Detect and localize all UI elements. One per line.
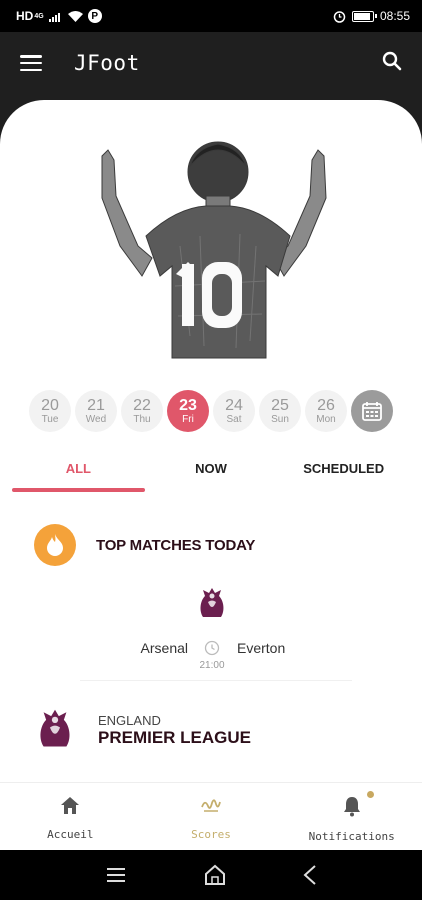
date-day: 23 [179, 397, 197, 414]
tab-all[interactable]: ALL [12, 452, 145, 492]
wifi-icon [67, 10, 83, 22]
match-time: 21:00 [199, 660, 225, 671]
date-day: 26 [317, 397, 335, 414]
bottom-navigation: Accueil Scores Notifications [0, 782, 422, 850]
status-right: 08:55 [333, 9, 410, 23]
nav-accueil[interactable]: Accueil [0, 783, 141, 850]
date-pill-24[interactable]: 24 Sat [213, 390, 255, 432]
nav-scores[interactable]: Scores [141, 783, 282, 850]
hamburger-menu-icon[interactable] [20, 55, 42, 71]
notification-dot [367, 791, 375, 798]
p-notification-icon: P [87, 9, 102, 23]
date-day: 25 [271, 397, 289, 414]
date-day: 21 [87, 397, 105, 414]
top-matches-title: TOP MATCHES TODAY [96, 536, 256, 554]
date-weekday: Thu [133, 414, 151, 425]
search-icon[interactable] [382, 51, 402, 76]
date-weekday: Fri [182, 414, 194, 425]
network-type: HD [16, 9, 34, 23]
recent-apps-icon[interactable] [105, 866, 127, 884]
date-strip: 20 Tue 21 Wed 22 Thu 23 Fri 24 Sat 25 Sun 26 Mon [29, 390, 393, 432]
signal-icon [48, 12, 60, 22]
date-pill-22[interactable]: 22 Thu [121, 390, 163, 432]
tab-now[interactable]: NOW [145, 452, 278, 492]
app-title: JFoot [74, 51, 140, 75]
date-pill-26[interactable]: 26 Mon [305, 390, 347, 432]
system-navigation-bar [0, 850, 422, 900]
league-country: ENGLAND [98, 713, 161, 728]
tab-scheduled[interactable]: SCHEDULED [277, 452, 410, 492]
date-day: 20 [41, 397, 59, 414]
battery-icon [351, 10, 377, 22]
home-team: Arsenal [140, 640, 188, 656]
nav-label: Notifications [308, 830, 395, 843]
app-screen: HD 4G P 08:55 JFoot 20 Tue 21 Wed 22 Thu… [0, 0, 422, 900]
alarm-icon [333, 10, 346, 23]
match-card[interactable]: Arsenal Everton 21:00 [0, 584, 422, 684]
date-weekday: Sat [226, 414, 242, 425]
app-bar: JFoot [0, 32, 422, 94]
home-system-icon[interactable] [203, 864, 227, 886]
nav-label: Scores [191, 828, 231, 841]
date-weekday: Tue [41, 414, 59, 425]
league-text: ENGLAND PREMIER LEAGUE [98, 713, 251, 747]
hero-player-illustration [101, 141, 327, 359]
top-matches-header: TOP MATCHES TODAY [34, 524, 255, 566]
premier-league-lion-icon [200, 588, 224, 617]
league-name: PREMIER LEAGUE [98, 728, 252, 747]
divider [80, 680, 352, 681]
home-icon [59, 795, 81, 820]
bell-icon [342, 795, 362, 822]
fire-icon [34, 524, 76, 566]
status-time: 08:55 [379, 9, 410, 23]
clock-icon [204, 640, 220, 656]
scores-icon [199, 795, 223, 820]
filter-tabs: ALL NOW SCHEDULED [12, 452, 410, 492]
nav-notifications[interactable]: Notifications [281, 783, 422, 850]
date-day: 22 [133, 397, 151, 414]
date-weekday: Mon [316, 414, 336, 425]
status-left: HD 4G P [16, 9, 102, 23]
network-gen: 4G [34, 12, 44, 20]
away-team: Everton [237, 640, 286, 656]
premier-league-lion-icon [40, 709, 70, 747]
date-weekday: Wed [85, 414, 107, 425]
date-pill-20[interactable]: 20 Tue [29, 390, 71, 432]
nav-label: Accueil [47, 828, 94, 841]
date-pill-25[interactable]: 25 Sun [259, 390, 301, 432]
date-pill-21[interactable]: 21 Wed [75, 390, 117, 432]
league-header[interactable]: ENGLAND PREMIER LEAGUE [36, 708, 251, 752]
date-day: 24 [225, 397, 243, 414]
battery-level [353, 12, 370, 20]
back-icon[interactable] [303, 864, 317, 886]
status-bar: HD 4G P 08:55 [0, 0, 422, 32]
date-weekday: Sun [271, 414, 289, 425]
date-pill-23[interactable]: 23 Fri [167, 390, 209, 432]
calendar-icon[interactable] [351, 390, 393, 432]
main-content: 20 Tue 21 Wed 22 Thu 23 Fri 24 Sat 25 Sun 26 Mon ALL N… [0, 100, 422, 782]
